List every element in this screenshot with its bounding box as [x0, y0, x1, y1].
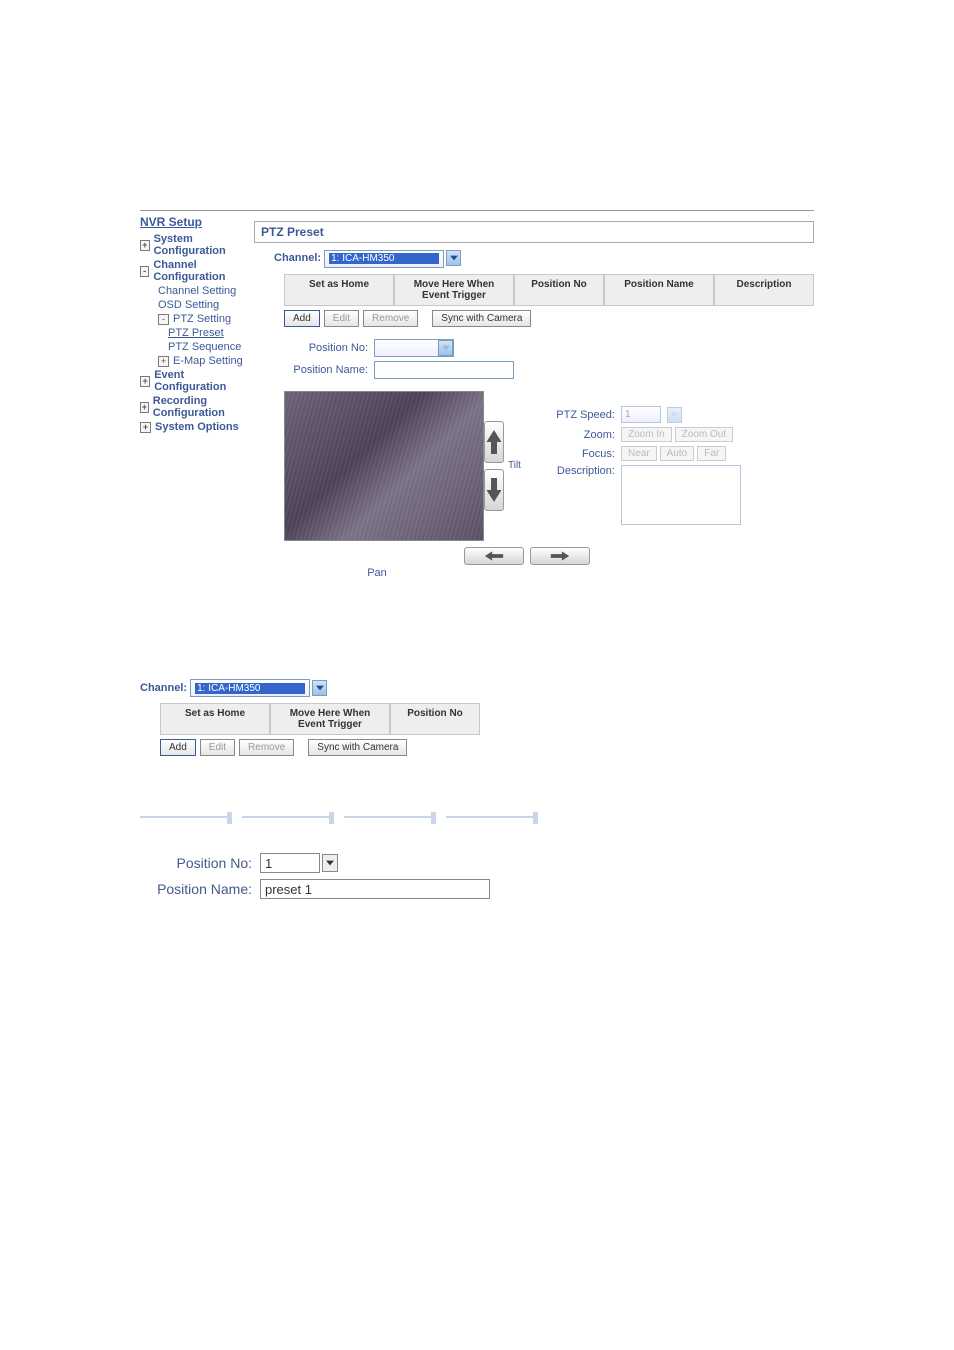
frag2-channel-select[interactable]: 1: ICA-HM350	[190, 679, 310, 697]
panel-title: PTZ Preset	[254, 221, 814, 243]
nav-ptz-preset[interactable]: PTZ Preset	[140, 326, 250, 340]
position-name-input[interactable]	[374, 361, 514, 379]
th-description: Description	[714, 274, 814, 306]
chevron-down-icon[interactable]	[312, 680, 327, 696]
th-move-here: Move Here When Event Trigger	[394, 274, 514, 306]
chevron-down-icon[interactable]	[322, 854, 338, 872]
tilt-up-button[interactable]	[484, 421, 504, 463]
description-label: Description:	[541, 465, 621, 477]
focus-label: Focus:	[541, 448, 621, 460]
frag2-channel-label: Channel:	[140, 679, 187, 697]
pan-label: Pan	[314, 567, 440, 579]
channel-select[interactable]: 1: ICA-HM350	[324, 250, 444, 268]
zoom-out-button[interactable]: Zoom Out	[675, 427, 733, 442]
nav-channel-setting[interactable]: Channel Setting	[140, 284, 250, 298]
pan-right-button[interactable]	[530, 547, 590, 565]
sidebar: NVR Setup +System Configuration -Channel…	[140, 211, 250, 579]
sync-button[interactable]: Sync with Camera	[432, 310, 531, 327]
sidebar-title[interactable]: NVR Setup	[140, 215, 250, 229]
fragment-position-form: Position No: 1 Position Name:	[140, 853, 814, 899]
nav-ptz-sequence[interactable]: PTZ Sequence	[140, 340, 250, 354]
frag3-position-no-select[interactable]: 1	[260, 853, 320, 873]
preset-table-header: Set as Home Move Here When Event Trigger…	[284, 274, 814, 306]
nav-emap-setting[interactable]: +E-Map Setting	[140, 354, 250, 368]
nav-event-configuration[interactable]: +Event Configuration	[140, 368, 250, 394]
frag3-position-no-label: Position No:	[140, 855, 260, 871]
th-position-no: Position No	[514, 274, 604, 306]
video-preview	[284, 391, 484, 541]
zoom-label: Zoom:	[541, 429, 621, 441]
tilt-label: Tilt	[508, 460, 521, 471]
divider-row	[140, 816, 814, 828]
focus-near-button[interactable]: Near	[621, 446, 657, 461]
focus-auto-button[interactable]: Auto	[660, 446, 695, 461]
frag2-edit-button[interactable]: Edit	[200, 739, 235, 756]
edit-button[interactable]: Edit	[324, 310, 359, 327]
frag2-remove-button[interactable]: Remove	[239, 739, 294, 756]
tilt-down-button[interactable]	[484, 469, 504, 511]
frag2-th-set-as-home: Set as Home	[160, 703, 270, 735]
remove-button[interactable]: Remove	[363, 310, 418, 327]
th-set-as-home: Set as Home	[284, 274, 394, 306]
frag2-th-move-here: Move Here When Event Trigger	[270, 703, 390, 735]
chevron-down-icon	[438, 340, 453, 356]
nav-system-options[interactable]: +System Options	[140, 420, 250, 434]
channel-dropdown-icon[interactable]	[446, 250, 461, 266]
zoom-in-button[interactable]: Zoom In	[621, 427, 672, 442]
content-panel: PTZ Preset Channel: 1: ICA-HM350 Set as …	[250, 211, 814, 579]
nav-system-configuration[interactable]: +System Configuration	[140, 232, 250, 258]
channel-label: Channel:	[274, 249, 321, 267]
description-textarea[interactable]	[621, 465, 741, 525]
add-button[interactable]: Add	[284, 310, 320, 327]
frag2-add-button[interactable]: Add	[160, 739, 196, 756]
frag2-sync-button[interactable]: Sync with Camera	[308, 739, 407, 756]
position-no-label: Position No:	[284, 342, 374, 354]
frag3-position-name-input[interactable]	[260, 879, 490, 899]
nav-ptz-setting[interactable]: -PTZ Setting	[140, 312, 250, 326]
nav-channel-configuration[interactable]: -Channel Configuration	[140, 258, 250, 284]
chevron-down-icon	[667, 407, 682, 423]
frag3-position-name-label: Position Name:	[140, 881, 260, 897]
pan-left-button[interactable]	[464, 547, 524, 565]
ptz-speed-label: PTZ Speed:	[541, 409, 621, 421]
th-position-name: Position Name	[604, 274, 714, 306]
focus-far-button[interactable]: Far	[697, 446, 726, 461]
ptz-speed-select[interactable]: 1	[621, 406, 661, 423]
nav-recording-configuration[interactable]: +Recording Configuration	[140, 394, 250, 420]
fragment-channel-table: Channel: 1: ICA-HM350 Set as Home Move H…	[140, 679, 814, 757]
position-name-label: Position Name:	[284, 364, 374, 376]
position-no-select[interactable]	[374, 339, 454, 357]
frag2-th-position-no: Position No	[390, 703, 480, 735]
nav-osd-setting[interactable]: OSD Setting	[140, 298, 250, 312]
